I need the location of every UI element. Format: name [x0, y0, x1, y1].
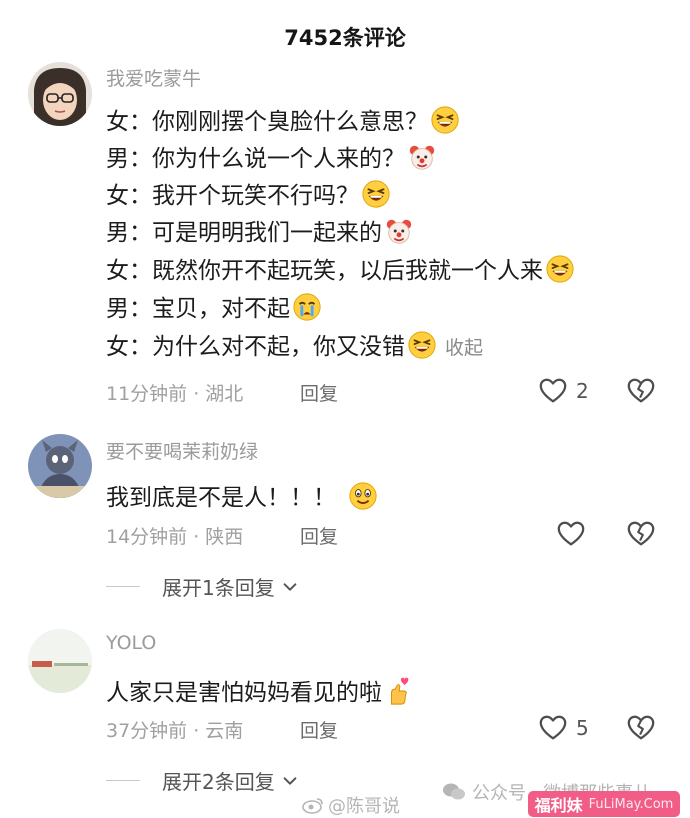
comment-line-text: 男：你为什么说一个人来的？ — [106, 146, 405, 172]
weibo-watermark: @陈哥说 — [302, 792, 400, 818]
comment-line-text: 女：你刚刚摆个臭脸什么意思？ — [106, 109, 428, 135]
badge-text-en: FuLiMay.Com — [588, 796, 674, 812]
weibo-logo-icon — [302, 798, 323, 814]
reply-button[interactable]: 回复 — [300, 522, 338, 549]
expand-replies-button[interactable]: 展开1条回复 — [106, 572, 299, 601]
grinning-squint-face-icon — [430, 105, 460, 135]
comment-line-text: 女：我开个玩笑不行吗？ — [106, 183, 359, 209]
comment-text-line: 女：你刚刚摆个臭脸什么意思？ — [106, 102, 460, 136]
reply-button[interactable]: 回复 — [300, 379, 338, 406]
expand-replies-label: 展开1条回复 — [162, 576, 275, 600]
comment-timestamp-location: 14分钟前 · 陕西 — [106, 526, 244, 548]
broken-heart-icon[interactable] — [626, 519, 656, 549]
weibo-watermark-text: @陈哥说 — [328, 796, 400, 817]
comment-text-line: 男：你为什么说一个人来的？ — [106, 139, 437, 173]
like-button[interactable]: 2 — [538, 376, 589, 406]
crying-face-icon — [292, 292, 322, 322]
comment-line-text: 女：为什么对不起，你又没错 — [106, 334, 405, 360]
like-button[interactable]: 5 — [538, 713, 589, 743]
comment-text-line: 男：可是明明我们一起来的 — [106, 213, 414, 247]
finger-heart-icon — [384, 676, 414, 706]
heart-outline-icon — [538, 376, 568, 406]
reply-button[interactable]: 回复 — [300, 716, 338, 743]
clown-face-icon — [407, 142, 437, 172]
avatar[interactable] — [28, 629, 92, 693]
comment-line-text: 女：既然你开不起玩笑，以后我就一个人来 — [106, 258, 543, 284]
comment-line-text: 男：可是明明我们一起来的 — [106, 220, 382, 246]
comment-username[interactable]: 要不要喝茉莉奶绿 — [106, 437, 258, 464]
comment-line-text: 我到底是不是人！！！ — [106, 485, 336, 511]
chevron-down-icon — [281, 578, 299, 596]
grinning-squint-face-icon — [407, 330, 437, 360]
broken-heart-icon[interactable] — [626, 376, 656, 406]
comment-timestamp-location: 11分钟前 · 湖北 — [106, 383, 244, 405]
comment-line-text: 人家只是害怕妈妈看见的啦 — [106, 680, 382, 706]
comment-text-line: 女：为什么对不起，你又没错 收起 — [106, 327, 483, 361]
badge-text-cn: 福利妹 — [534, 796, 583, 815]
comment-count-title: 7452条评论 — [284, 26, 406, 50]
expand-replies-label: 展开2条回复 — [162, 770, 275, 794]
divider — [106, 780, 140, 781]
clown-face-icon — [384, 216, 414, 246]
wechat-logo-icon — [443, 783, 465, 800]
comment-text-line: 女：我开个玩笑不行吗？ — [106, 176, 391, 210]
expand-replies-button[interactable]: 展开2条回复 — [106, 766, 299, 795]
chevron-down-icon — [281, 772, 299, 790]
like-count: 5 — [576, 716, 589, 740]
grinning-squint-face-icon — [361, 179, 391, 209]
comment-text-line: 人家只是害怕妈妈看见的啦 — [106, 673, 414, 707]
comment-username[interactable]: YOLO — [106, 632, 156, 654]
avatar[interactable] — [28, 434, 92, 498]
grinning-face-icon — [348, 481, 378, 511]
comment-username[interactable]: 我爱吃蒙牛 — [106, 64, 201, 91]
comment-text-line: 我到底是不是人！！！ — [106, 478, 378, 512]
avatar[interactable] — [28, 62, 92, 126]
like-count: 2 — [576, 379, 589, 403]
heart-outline-icon — [538, 713, 568, 743]
comment-text-line: 女：既然你开不起玩笑，以后我就一个人来 — [106, 251, 575, 285]
heart-outline-icon[interactable] — [556, 519, 586, 549]
comment-text-line: 男：宝贝，对不起 — [106, 289, 322, 323]
divider — [106, 586, 140, 587]
comment-line-text: 男：宝贝，对不起 — [106, 296, 290, 322]
grinning-squint-face-icon — [545, 254, 575, 284]
site-watermark-badge: 福利妹 FuLiMay.Com — [528, 791, 680, 817]
broken-heart-icon[interactable] — [626, 713, 656, 743]
collapse-link[interactable]: 收起 — [445, 337, 483, 359]
comment-timestamp-location: 37分钟前 · 云南 — [106, 720, 244, 742]
